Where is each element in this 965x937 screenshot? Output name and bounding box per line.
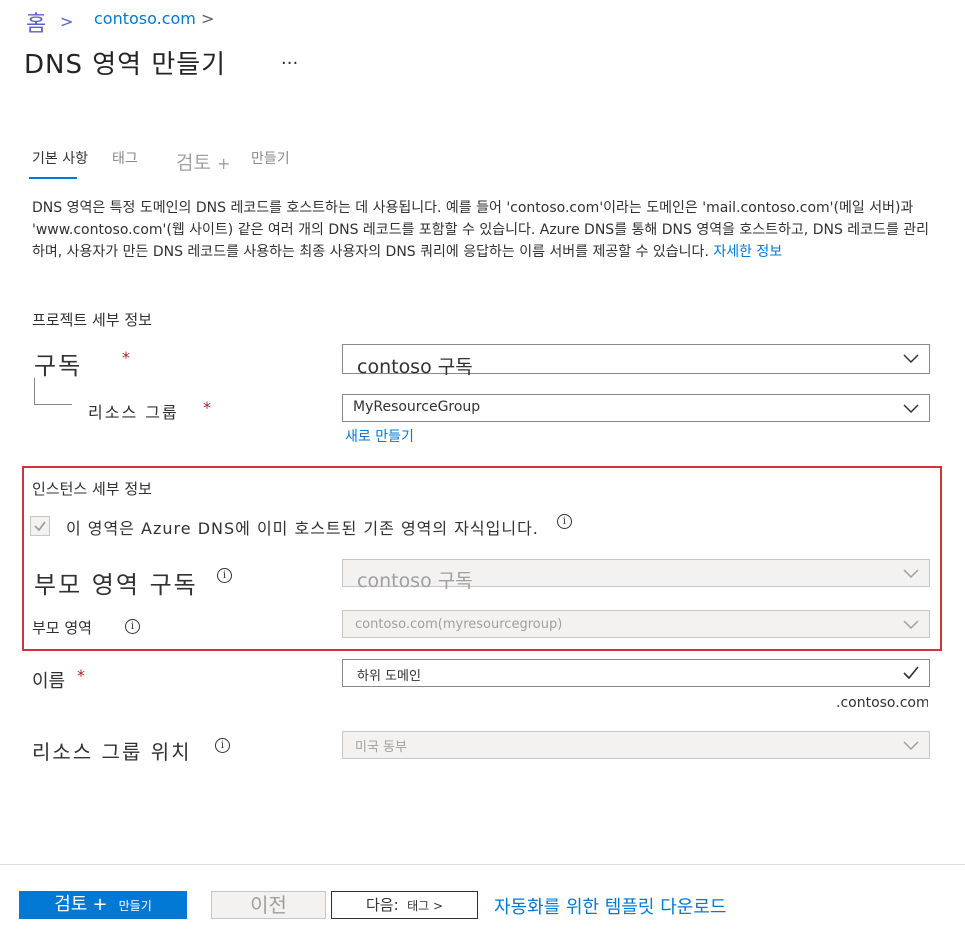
resource-group-location-label: 리소스 그룹 위치: [32, 740, 192, 764]
next-label: 다음:: [365, 896, 399, 914]
resource-group-location-dropdown: 미국 동부: [342, 731, 930, 759]
checkmark-icon: [903, 666, 919, 680]
tab-plus: +: [217, 154, 231, 173]
previous-button: 이전: [211, 891, 326, 919]
info-icon[interactable]: i: [215, 738, 230, 753]
parent-zone-dropdown: contoso.com(myresourcegroup): [342, 610, 930, 638]
page-title: DNS 영역 만들기: [24, 50, 227, 80]
parent-zone-label: 부모 영역: [32, 619, 92, 637]
chevron-down-icon: [903, 404, 919, 414]
resource-group-label: 리소스 그룹: [88, 403, 179, 422]
checkmark-icon: [34, 521, 46, 532]
tab-create[interactable]: 만들기: [251, 148, 290, 168]
footer-divider: [0, 864, 965, 865]
tree-connector: [34, 378, 35, 404]
resource-group-value: MyResourceGroup: [353, 399, 481, 415]
resource-group-dropdown[interactable]: MyResourceGroup: [342, 394, 930, 422]
create-new-resource-group-link[interactable]: 새로 만들기: [345, 426, 414, 446]
next-tags-button[interactable]: 다음: 태그 >: [331, 891, 478, 919]
tree-connector: [34, 404, 72, 405]
required-asterisk: *: [77, 666, 85, 685]
chevron-down-icon: [903, 354, 919, 364]
info-icon[interactable]: i: [125, 619, 140, 634]
chevron-down-icon: [903, 569, 919, 579]
domain-suffix: .contoso.com: [836, 695, 928, 711]
subscription-dropdown[interactable]: contoso 구독: [342, 344, 930, 378]
project-details-heading: 프로젝트 세부 정보: [32, 311, 152, 329]
info-icon[interactable]: i: [557, 514, 572, 529]
child-zone-label: 이 영역은 Azure DNS에 이미 호스트된 기존 영역의 자식입니다.: [66, 519, 539, 538]
required-asterisk: *: [203, 398, 211, 417]
next-target: 태그 >: [407, 899, 444, 913]
description: DNS 영역은 특정 도메인의 DNS 레코드를 호스트하는 데 사용됩니다. …: [32, 197, 937, 263]
download-template-link[interactable]: 자동화를 위한 템플릿 다운로드: [494, 893, 726, 919]
subscription-value: contoso 구독: [357, 356, 473, 378]
location-value: 미국 동부: [355, 740, 407, 755]
tab-review-label: 검토: [176, 152, 211, 174]
active-tab-indicator: [29, 177, 77, 179]
name-label: 이름: [32, 671, 66, 692]
parent-subscription-dropdown: contoso 구독: [342, 559, 930, 592]
parent-subscription-value: contoso 구독: [357, 570, 473, 592]
breadcrumb-domain-link[interactable]: contoso.com: [94, 9, 196, 28]
name-input[interactable]: 하위 도메인: [342, 659, 930, 687]
subscription-label: 구독: [34, 352, 83, 380]
breadcrumb-chevron: >: [201, 9, 215, 28]
tab-basics[interactable]: 기본 사항: [32, 148, 88, 168]
chevron-down-icon: [903, 620, 919, 630]
parent-subscription-label: 부모 영역 구독: [34, 571, 198, 599]
breadcrumb-home-link[interactable]: 홈: [26, 6, 46, 38]
tab-review-create[interactable]: 검토 +: [176, 148, 230, 175]
chevron-down-icon: [903, 741, 919, 751]
review-label: 검토: [54, 894, 88, 915]
name-value: 하위 도메인: [357, 669, 421, 684]
required-asterisk: *: [122, 348, 130, 367]
info-icon[interactable]: i: [217, 568, 232, 583]
breadcrumb-separator: >: [60, 12, 74, 31]
review-plus: +: [92, 894, 108, 915]
instance-details-heading: 인스턴스 세부 정보: [32, 480, 152, 498]
learn-more-link[interactable]: 자세한 정보: [713, 244, 782, 260]
tab-tags[interactable]: 태그: [112, 148, 138, 168]
child-zone-checkbox[interactable]: [30, 516, 50, 536]
review-create-button[interactable]: 검토 + 만들기: [19, 891, 187, 919]
description-text: DNS 영역은 특정 도메인의 DNS 레코드를 호스트하는 데 사용됩니다. …: [32, 200, 930, 260]
create-label: 만들기: [118, 899, 152, 913]
more-options-button[interactable]: ...: [281, 48, 298, 69]
parent-zone-value: contoso.com(myresourcegroup): [355, 617, 563, 632]
